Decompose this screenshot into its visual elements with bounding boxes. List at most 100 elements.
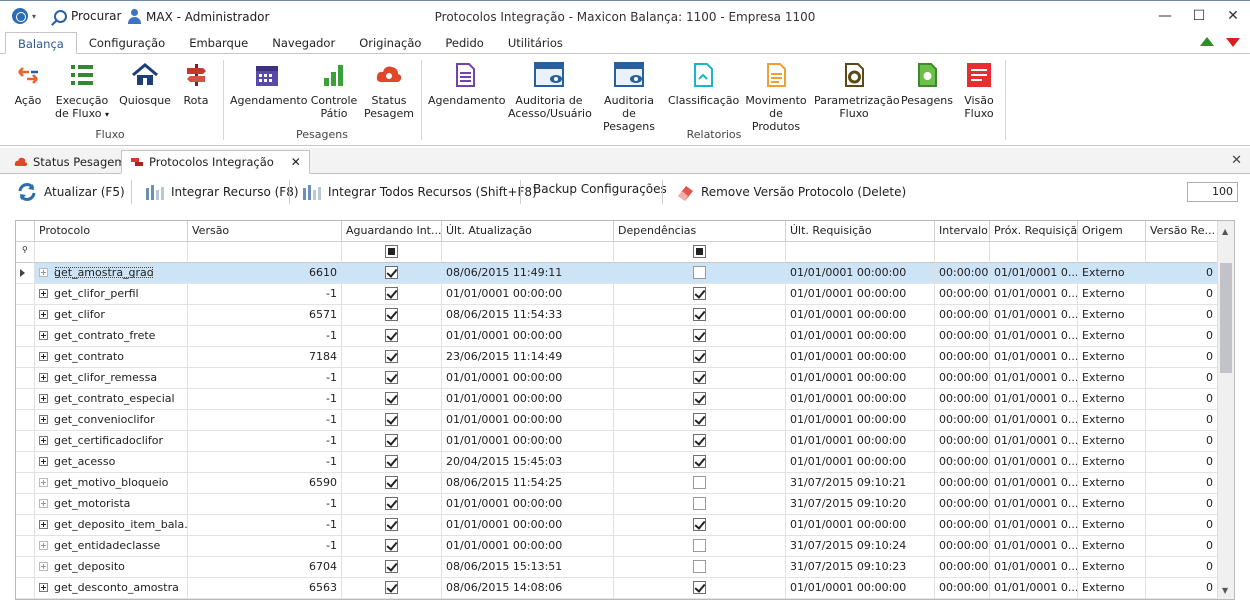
cell-prox-requisicao[interactable]: 01/01/0001 0... bbox=[990, 536, 1078, 557]
cell-ult-atualizacao[interactable]: 20/04/2015 15:45:03 bbox=[442, 452, 614, 473]
cell-protocolo[interactable]: get_entidadeclasse bbox=[35, 536, 188, 557]
tab-embarque[interactable]: Embarque bbox=[177, 32, 260, 54]
cell-ult-atualizacao[interactable]: 23/06/2015 11:14:49 bbox=[442, 347, 614, 368]
auditoria-pesagens-button[interactable]: Auditoria de Pesagens bbox=[596, 60, 662, 133]
cell-origem[interactable]: Externo bbox=[1078, 431, 1146, 452]
scroll-down-icon[interactable]: ▼ bbox=[1222, 586, 1228, 595]
cell-origem[interactable]: Externo bbox=[1078, 494, 1146, 515]
cell-ult-requisicao[interactable]: 01/01/0001 00:00:00 bbox=[786, 284, 935, 305]
cell-versao-re[interactable]: 0 bbox=[1146, 431, 1218, 452]
cell-versao[interactable]: -1 bbox=[188, 515, 342, 536]
table-row[interactable]: get_certificadoclifor -1 01/01/0001 00:00:… bbox=[16, 431, 1218, 452]
arrow-up-icon[interactable] bbox=[1200, 37, 1214, 46]
checkbox[interactable] bbox=[693, 539, 706, 552]
cell-aguardando[interactable] bbox=[342, 431, 442, 452]
table-row[interactable]: get_entidadeclasse -1 01/01/0001 00:00:00 3… bbox=[16, 536, 1218, 557]
cell-protocolo[interactable]: get_acesso bbox=[35, 452, 188, 473]
checkbox[interactable] bbox=[693, 560, 706, 573]
filter-checkbox[interactable] bbox=[385, 245, 398, 258]
table-row[interactable]: get_amostra_grao 6610 08/06/2015 11:49:11 0… bbox=[16, 263, 1218, 284]
cell-intervalo[interactable]: 00:00:00 bbox=[935, 305, 990, 326]
filter-prox-requisicao[interactable] bbox=[990, 242, 1078, 263]
cell-dependencias[interactable] bbox=[614, 557, 786, 578]
cell-origem[interactable]: Externo bbox=[1078, 578, 1146, 599]
cell-ult-atualizacao[interactable]: 08/06/2015 14:08:06 bbox=[442, 578, 614, 599]
column-header-protocolo[interactable]: Protocolo bbox=[35, 221, 188, 242]
cell-ult-requisicao[interactable]: 01/01/0001 00:00:00 bbox=[786, 368, 935, 389]
checkbox[interactable] bbox=[385, 455, 398, 468]
vertical-scrollbar[interactable]: ▲ ▼ bbox=[1217, 221, 1234, 599]
expand-icon[interactable] bbox=[39, 267, 48, 277]
cell-dependencias[interactable] bbox=[614, 284, 786, 305]
expand-icon[interactable] bbox=[39, 330, 48, 340]
cell-ult-atualizacao[interactable]: 01/01/0001 00:00:00 bbox=[442, 536, 614, 557]
cell-ult-atualizacao[interactable]: 01/01/0001 00:00:00 bbox=[442, 494, 614, 515]
cell-prox-requisicao[interactable]: 01/01/0001 0... bbox=[990, 347, 1078, 368]
checkbox[interactable] bbox=[693, 308, 706, 321]
cell-ult-atualizacao[interactable]: 08/06/2015 11:54:25 bbox=[442, 473, 614, 494]
cell-protocolo[interactable]: get_contrato_frete bbox=[35, 326, 188, 347]
cell-origem[interactable]: Externo bbox=[1078, 263, 1146, 284]
cell-intervalo[interactable]: 00:00:00 bbox=[935, 452, 990, 473]
expand-icon[interactable] bbox=[39, 393, 48, 403]
cell-protocolo[interactable]: get_clifor_perfil bbox=[35, 284, 188, 305]
cell-ult-atualizacao[interactable]: 01/01/0001 00:00:00 bbox=[442, 326, 614, 347]
scrollbar-thumb[interactable] bbox=[1220, 263, 1232, 373]
checkbox[interactable] bbox=[385, 560, 398, 573]
cell-intervalo[interactable]: 00:00:00 bbox=[935, 557, 990, 578]
checkbox[interactable] bbox=[385, 266, 398, 279]
cell-versao[interactable]: -1 bbox=[188, 326, 342, 347]
cell-intervalo[interactable]: 00:00:00 bbox=[935, 536, 990, 557]
cell-ult-requisicao[interactable]: 01/01/0001 00:00:00 bbox=[786, 452, 935, 473]
checkbox[interactable] bbox=[385, 287, 398, 300]
cell-dependencias[interactable] bbox=[614, 431, 786, 452]
cell-prox-requisicao[interactable]: 01/01/0001 0... bbox=[990, 431, 1078, 452]
classificacao-button[interactable]: Classificação bbox=[668, 60, 739, 107]
cell-intervalo[interactable]: 00:00:00 bbox=[935, 263, 990, 284]
cell-versao-re[interactable]: 0 bbox=[1146, 515, 1218, 536]
cell-aguardando[interactable] bbox=[342, 494, 442, 515]
tab-pedido[interactable]: Pedido bbox=[433, 32, 495, 54]
cell-aguardando[interactable] bbox=[342, 473, 442, 494]
checkbox[interactable] bbox=[693, 455, 706, 468]
table-row[interactable]: get_motorista -1 01/01/0001 00:00:00 31/07/… bbox=[16, 494, 1218, 515]
column-header-versao[interactable]: Versão bbox=[188, 221, 342, 242]
cell-versao-re[interactable]: 0 bbox=[1146, 494, 1218, 515]
cell-prox-requisicao[interactable]: 01/01/0001 0... bbox=[990, 452, 1078, 473]
expand-icon[interactable] bbox=[39, 519, 48, 529]
cell-versao[interactable]: 6704 bbox=[188, 557, 342, 578]
expand-icon[interactable] bbox=[39, 582, 48, 592]
table-row[interactable]: get_acesso -1 20/04/2015 15:45:03 01/01/000… bbox=[16, 452, 1218, 473]
cell-ult-requisicao[interactable]: 01/01/0001 00:00:00 bbox=[786, 326, 935, 347]
checkbox[interactable] bbox=[385, 434, 398, 447]
cell-ult-atualizacao[interactable]: 08/06/2015 11:54:33 bbox=[442, 305, 614, 326]
cell-intervalo[interactable]: 00:00:00 bbox=[935, 284, 990, 305]
cell-intervalo[interactable]: 00:00:00 bbox=[935, 389, 990, 410]
cell-versao[interactable]: 6590 bbox=[188, 473, 342, 494]
cell-ult-requisicao[interactable]: 01/01/0001 00:00:00 bbox=[786, 578, 935, 599]
checkbox[interactable] bbox=[385, 476, 398, 489]
column-header-versao-re[interactable]: Versão Re... bbox=[1146, 221, 1218, 242]
cell-dependencias[interactable] bbox=[614, 452, 786, 473]
table-row[interactable]: get_clifor 6571 08/06/2015 11:54:33 01/01/0… bbox=[16, 305, 1218, 326]
movimento-produtos-button[interactable]: Movimento de Produtos bbox=[744, 60, 808, 133]
cell-versao-re[interactable]: 0 bbox=[1146, 389, 1218, 410]
cell-ult-atualizacao[interactable]: 01/01/0001 00:00:00 bbox=[442, 389, 614, 410]
cell-origem[interactable]: Externo bbox=[1078, 452, 1146, 473]
cell-origem[interactable]: Externo bbox=[1078, 410, 1146, 431]
close-tab-icon[interactable]: ✕ bbox=[291, 155, 301, 169]
cell-dependencias[interactable] bbox=[614, 305, 786, 326]
cell-origem[interactable]: Externo bbox=[1078, 347, 1146, 368]
arrow-down-icon[interactable] bbox=[1226, 38, 1240, 47]
filter-ult-requisicao[interactable] bbox=[786, 242, 935, 263]
filter-versao-re[interactable] bbox=[1146, 242, 1218, 263]
expand-icon[interactable] bbox=[39, 456, 48, 466]
cell-protocolo[interactable]: get_certificadoclifor bbox=[35, 431, 188, 452]
checkbox[interactable] bbox=[693, 476, 706, 489]
cell-aguardando[interactable] bbox=[342, 389, 442, 410]
cell-versao[interactable]: 7184 bbox=[188, 347, 342, 368]
filter-origem[interactable] bbox=[1078, 242, 1146, 263]
cell-aguardando[interactable] bbox=[342, 347, 442, 368]
checkbox[interactable] bbox=[693, 329, 706, 342]
cell-dependencias[interactable] bbox=[614, 515, 786, 536]
